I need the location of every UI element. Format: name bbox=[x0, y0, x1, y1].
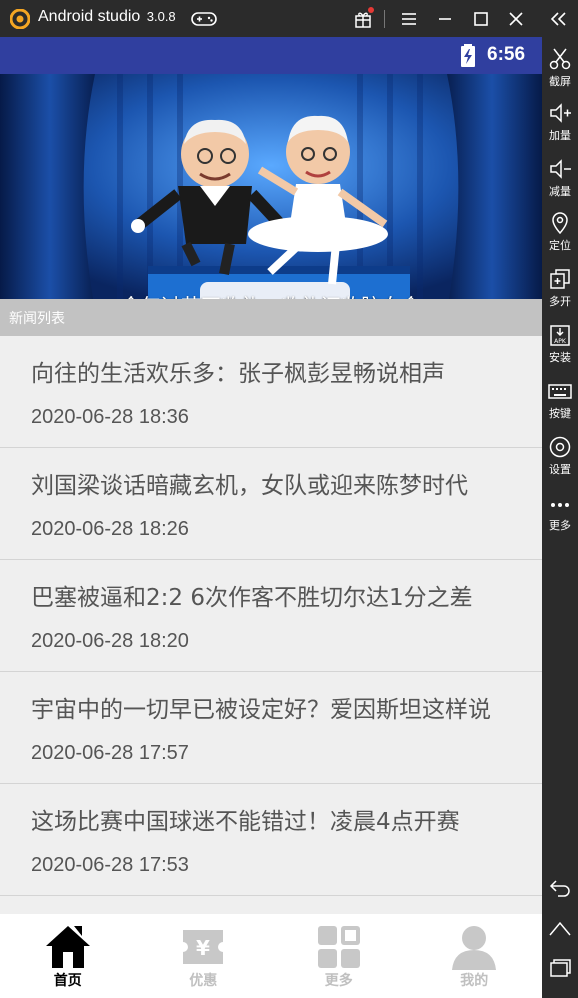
news-title: 刘国梁谈话暗藏玄机，女队或迎来陈梦时代 bbox=[31, 473, 468, 499]
notification-dot bbox=[368, 7, 374, 13]
status-bar: 6:56 bbox=[0, 37, 542, 74]
list-item[interactable]: 向往的生活欢乐多：张子枫彭昱畅说相声 2020-06-28 18:36 bbox=[0, 336, 542, 448]
home-button[interactable] bbox=[542, 913, 578, 943]
nav-mine[interactable]: 我的 bbox=[407, 914, 543, 998]
home-outline-icon bbox=[549, 921, 571, 936]
banner-caption: 今年过节不收礼，收礼还收脑白金 bbox=[0, 290, 542, 299]
news-title: 宇宙中的一切早已被设定好？爱因斯坦这样说 bbox=[31, 697, 491, 723]
keymap-tool[interactable]: 按键 bbox=[542, 375, 578, 425]
nav-more-label: 更多 bbox=[324, 973, 353, 989]
news-date: 2020-06-28 17:53 bbox=[31, 854, 189, 876]
list-item[interactable]: 巴塞被逼和2:2 6次作客不胜切尔达1分之差 2020-06-28 18:20 bbox=[0, 560, 542, 672]
svg-text:APK: APK bbox=[554, 338, 567, 345]
multi-instance-tool[interactable]: 多开 bbox=[542, 263, 578, 313]
news-title: 巴塞被逼和2:2 6次作客不胜切尔达1分之差 bbox=[31, 585, 473, 611]
tool-label: 减量 bbox=[549, 185, 571, 198]
news-title: 向往的生活欢乐多：张子枫彭昱畅说相声 bbox=[31, 361, 445, 387]
news-list: 向往的生活欢乐多：张子枫彭昱畅说相声 2020-06-28 18:36 刘国梁谈… bbox=[0, 336, 542, 896]
gamepad-icon[interactable] bbox=[190, 9, 218, 29]
menu-button[interactable] bbox=[396, 6, 422, 32]
news-date: 2020-06-28 18:26 bbox=[31, 518, 189, 540]
nav-more[interactable]: 更多 bbox=[271, 914, 407, 998]
tool-label: 按键 bbox=[549, 407, 571, 420]
more-tool[interactable]: 更多 bbox=[542, 487, 578, 537]
gear-icon bbox=[549, 436, 571, 458]
apk-install-icon: APK bbox=[550, 325, 570, 346]
volume-down-icon bbox=[550, 159, 571, 179]
location-icon bbox=[552, 212, 568, 235]
yen-coupon-icon: ¥ bbox=[183, 930, 224, 964]
nav-discount[interactable]: ¥ 优惠 bbox=[136, 914, 272, 998]
volume-down-tool[interactable]: 减量 bbox=[542, 153, 578, 203]
titlebar-divider bbox=[384, 10, 385, 28]
home-icon bbox=[45, 926, 90, 968]
svg-text:¥: ¥ bbox=[196, 936, 210, 960]
volume-up-icon bbox=[550, 103, 571, 123]
double-chevron-left-icon bbox=[550, 12, 566, 26]
nav-home[interactable]: 首页 bbox=[0, 914, 136, 998]
tool-label: 安装 bbox=[549, 351, 571, 364]
emulator-titlebar: Android studio 3.0.8 bbox=[0, 0, 578, 37]
keyboard-icon bbox=[548, 384, 572, 399]
hamburger-icon bbox=[402, 13, 416, 25]
back-button[interactable] bbox=[542, 873, 578, 903]
tool-label: 加量 bbox=[549, 129, 571, 142]
news-date: 2020-06-28 18:20 bbox=[31, 630, 189, 652]
settings-tool[interactable]: 设置 bbox=[542, 431, 578, 481]
user-profile-icon bbox=[452, 926, 497, 970]
app-logo-icon bbox=[10, 9, 30, 29]
recent-apps-button[interactable] bbox=[542, 953, 578, 983]
tool-label: 截屏 bbox=[549, 75, 571, 88]
app-name: Android studio bbox=[38, 8, 141, 25]
tool-label: 定位 bbox=[549, 239, 571, 252]
volume-up-tool[interactable]: 加量 bbox=[542, 97, 578, 147]
list-item[interactable]: 这场比赛中国球迷不能错过！凌晨4点开赛 2020-06-28 17:53 bbox=[0, 784, 542, 896]
battery-charging-icon bbox=[461, 44, 475, 67]
collapse-sidebar-button[interactable] bbox=[546, 6, 572, 32]
list-item[interactable]: 宇宙中的一切早已被设定好？爱因斯坦这样说 2020-06-28 17:57 bbox=[0, 672, 542, 784]
scissors-icon bbox=[549, 48, 571, 70]
status-time: 6:56 bbox=[487, 44, 526, 65]
bottom-navigation: 首页 ¥ 优惠 更多 我的 bbox=[0, 914, 542, 998]
multi-instance-icon bbox=[550, 269, 570, 289]
minimize-button[interactable] bbox=[432, 6, 458, 32]
nav-mine-label: 我的 bbox=[460, 973, 489, 989]
location-tool[interactable]: 定位 bbox=[542, 207, 578, 257]
nav-home-label: 首页 bbox=[53, 973, 82, 989]
news-date: 2020-06-28 18:36 bbox=[31, 406, 189, 428]
screenshot-tool[interactable]: 截屏 bbox=[542, 43, 578, 93]
window-title: Android studio 3.0.8 bbox=[38, 8, 176, 26]
maximize-button[interactable] bbox=[468, 6, 494, 32]
tool-label: 设置 bbox=[549, 463, 571, 476]
back-arrow-icon bbox=[549, 880, 570, 897]
close-icon bbox=[509, 12, 523, 26]
list-item[interactable]: 刘国梁谈话暗藏玄机，女队或迎来陈梦时代 2020-06-28 18:26 bbox=[0, 448, 542, 560]
banner-carousel[interactable]: 今年过节不收礼，收礼还收脑白金 bbox=[0, 74, 542, 299]
grid-apps-icon bbox=[317, 926, 360, 968]
recent-apps-icon bbox=[550, 959, 571, 977]
minimize-icon bbox=[439, 18, 451, 20]
apk-install-tool[interactable]: APK 安装 bbox=[542, 319, 578, 369]
news-title: 这场比赛中国球迷不能错过！凌晨4点开赛 bbox=[31, 809, 460, 835]
close-button[interactable] bbox=[503, 6, 529, 32]
news-date: 2020-06-28 17:57 bbox=[31, 742, 189, 764]
section-header: 新闻列表 bbox=[0, 299, 542, 336]
emulator-toolbar: 截屏 加量 减量 定位 多开 APK 安装 按键 设置 更多 bbox=[542, 37, 578, 998]
banner-image bbox=[0, 74, 542, 299]
maximize-icon bbox=[474, 12, 488, 26]
nav-discount-label: 优惠 bbox=[189, 973, 218, 989]
tool-label: 更多 bbox=[549, 519, 571, 532]
tool-label: 多开 bbox=[549, 295, 571, 308]
more-dots-icon bbox=[551, 503, 569, 507]
gift-button[interactable] bbox=[350, 6, 376, 32]
app-version: 3.0.8 bbox=[146, 9, 176, 24]
phone-screen: 6:56 新闻列表 向往的生活欢乐多：张子枫彭昱畅说相声 2020-06-28 … bbox=[0, 37, 542, 998]
